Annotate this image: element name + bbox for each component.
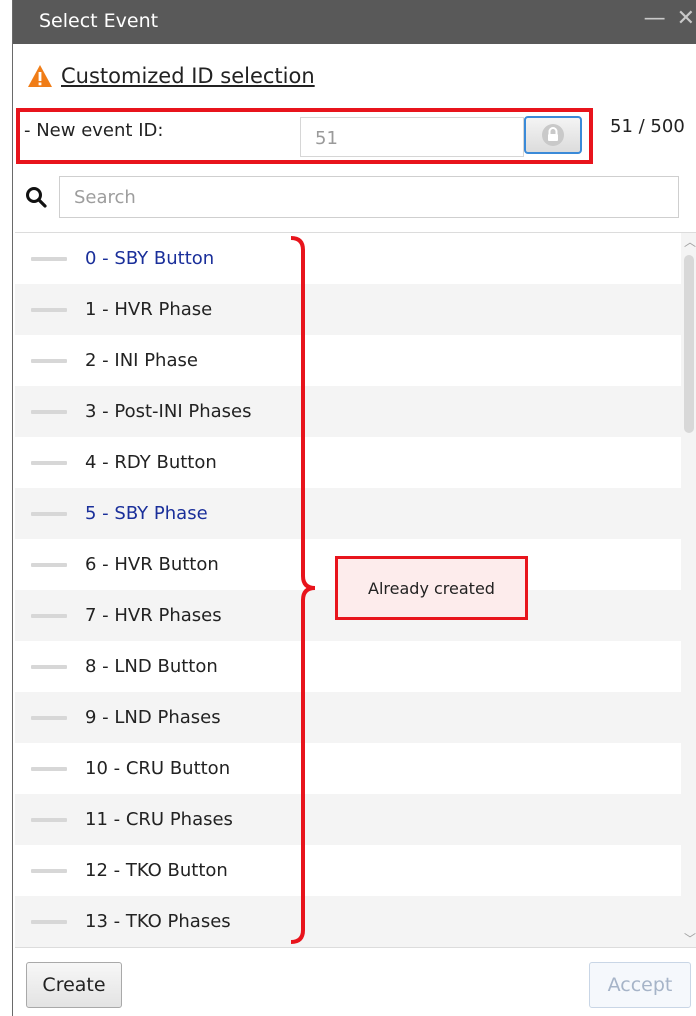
event-label: 5 - SBY Phase [85, 503, 208, 524]
event-label: 4 - RDY Button [85, 452, 217, 473]
title-bar[interactable]: Select Event — ✕ [13, 0, 696, 44]
list-item[interactable]: 8 - LND Button [15, 641, 696, 692]
scroll-down-icon[interactable]: ﹀ [684, 930, 696, 947]
lock-icon [542, 124, 564, 146]
event-label: 9 - LND Phases [85, 707, 221, 728]
event-label: 3 - Post-INI Phases [85, 401, 252, 422]
window-controls: — ✕ [644, 6, 696, 31]
new-event-id-highlight: - New event ID: 51 [16, 108, 593, 164]
window-title: Select Event [39, 10, 159, 32]
event-label: 10 - CRU Button [85, 758, 231, 779]
minimize-icon[interactable]: — [644, 6, 668, 31]
list-item[interactable]: 4 - RDY Button [15, 437, 696, 488]
warning-icon [28, 65, 52, 87]
drag-handle-icon[interactable] [31, 410, 67, 414]
event-label: 13 - TKO Phases [85, 911, 231, 932]
search-icon [26, 187, 47, 208]
drag-handle-icon[interactable] [31, 614, 67, 618]
drag-handle-icon[interactable] [31, 716, 67, 720]
drag-handle-icon[interactable] [31, 563, 67, 567]
annotation-bracket [290, 236, 316, 944]
event-label: 1 - HVR Phase [85, 299, 213, 320]
list-item[interactable]: 0 - SBY Button [15, 233, 696, 284]
new-event-id-label: - New event ID: [24, 120, 164, 141]
event-label: 12 - TKO Button [85, 860, 228, 881]
list-item[interactable]: 5 - SBY Phase [15, 488, 696, 539]
customized-id-row: Customized ID selection [27, 60, 315, 92]
list-item[interactable]: 3 - Post-INI Phases [15, 386, 696, 437]
event-label: 8 - LND Button [85, 656, 218, 677]
drag-handle-icon[interactable] [31, 359, 67, 363]
drag-handle-icon[interactable] [31, 869, 67, 873]
drag-handle-icon[interactable] [31, 767, 67, 771]
list-item[interactable]: 9 - LND Phases [15, 692, 696, 743]
list-item[interactable]: 12 - TKO Button [15, 845, 696, 896]
list-item[interactable]: 2 - INI Phase [15, 335, 696, 386]
list-item[interactable]: 1 - HVR Phase [15, 284, 696, 335]
drag-handle-icon[interactable] [31, 665, 67, 669]
event-label: 11 - CRU Phases [85, 809, 233, 830]
select-event-dialog: Select Event — ✕ Customized ID selection… [12, 0, 696, 1016]
search-input[interactable]: Search [59, 176, 679, 218]
drag-handle-icon[interactable] [31, 512, 67, 516]
search-row: Search [13, 174, 696, 220]
drag-handle-icon[interactable] [31, 257, 67, 261]
list-item[interactable]: 11 - CRU Phases [15, 794, 696, 845]
drag-handle-icon[interactable] [31, 308, 67, 312]
drag-handle-icon[interactable] [31, 818, 67, 822]
scroll-up-icon[interactable]: ︿ [684, 233, 696, 250]
event-label: 6 - HVR Button [85, 554, 219, 575]
scroll-thumb[interactable] [684, 255, 694, 433]
drag-handle-icon[interactable] [31, 920, 67, 924]
event-label: 0 - SBY Button [85, 248, 215, 269]
create-button[interactable]: Create [26, 962, 122, 1008]
event-label: 2 - INI Phase [85, 350, 198, 371]
close-icon[interactable]: ✕ [677, 6, 696, 31]
list-scrollbar[interactable]: ︿ ﹀ [681, 233, 696, 947]
lock-button[interactable] [524, 116, 582, 154]
list-item[interactable]: 13 - TKO Phases [15, 896, 696, 947]
event-id-counter: 51 / 500 [610, 116, 685, 137]
accept-button[interactable]: Accept [589, 962, 691, 1008]
list-item[interactable]: 10 - CRU Button [15, 743, 696, 794]
already-created-callout: Already created [335, 556, 528, 620]
event-label: 7 - HVR Phases [85, 605, 222, 626]
customized-id-link[interactable]: Customized ID selection [61, 64, 315, 88]
event-id-field[interactable]: 51 [300, 117, 524, 157]
drag-handle-icon[interactable] [31, 461, 67, 465]
